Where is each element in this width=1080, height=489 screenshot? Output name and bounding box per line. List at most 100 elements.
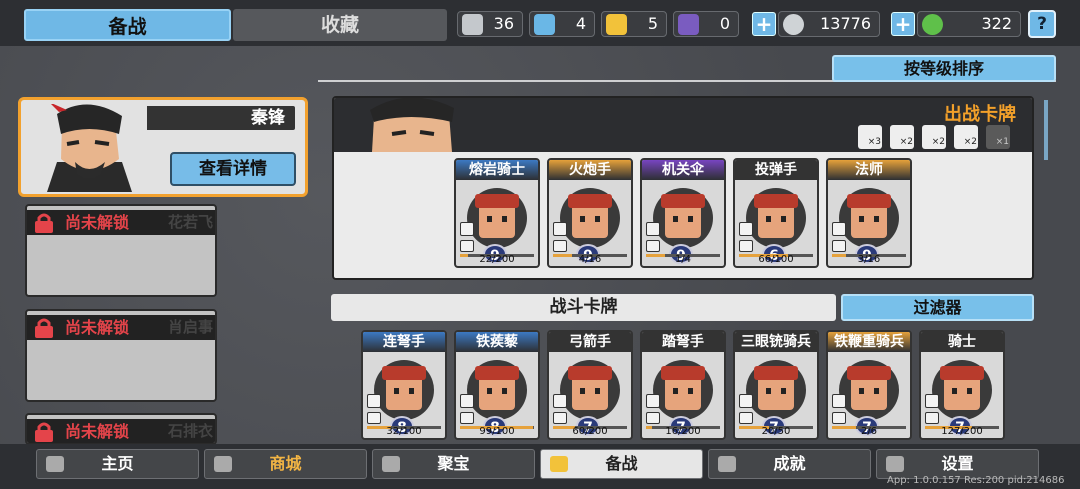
blue-shield-counter: 4 (529, 11, 595, 37)
nav-label: 聚宝 (437, 454, 470, 473)
card-count: 60/200 (572, 426, 608, 437)
card-count: 22/200 (479, 254, 515, 265)
treasure-icon (382, 456, 400, 472)
lock-icon (35, 422, 53, 442)
silver-shield-value: 36 (493, 14, 514, 33)
deck-header: 出战卡牌 ×3 ×2 ×2 ×2 ×1 (334, 98, 1032, 152)
card-name: 投弹手 (735, 160, 817, 180)
locked-bar: 尚未解锁 石排衣 (27, 419, 215, 443)
target-type-icon (646, 240, 660, 252)
card-name: 三眼铳骑兵 (735, 332, 817, 352)
attack-type-icon (553, 222, 567, 236)
nav-home[interactable]: 主页 (36, 449, 199, 479)
card-count: 16/200 (665, 426, 701, 437)
locked-status: 尚未解锁 (65, 213, 130, 232)
tab-prepare[interactable]: 备战 (24, 9, 231, 41)
locked-hero-card[interactable]: 尚未解锁 花若飞 (25, 204, 217, 297)
tab-collection[interactable]: 收藏 (233, 9, 447, 41)
target-type-icon (739, 412, 753, 424)
unit-card[interactable]: 法师93/16 (826, 158, 912, 268)
attack-type-icon (832, 222, 846, 236)
nav-label: 备战 (605, 454, 638, 473)
silver-coin-value: 13776 (820, 14, 871, 33)
nav-achievement[interactable]: 成就 (708, 449, 871, 479)
unit-card[interactable]: 熔岩骑士922/200 (454, 158, 540, 268)
view-details-button[interactable]: 查看详情 (170, 152, 296, 186)
battle-cards-header: 战斗卡牌 (331, 294, 836, 321)
unit-card[interactable]: 机关伞91/4 (640, 158, 726, 268)
card-name: 铁鞭重骑兵 (828, 332, 910, 352)
lock-icon (35, 213, 53, 233)
target-type-icon (460, 412, 474, 424)
target-type-icon (553, 412, 567, 424)
unit-card[interactable]: 骑士7127/200 (919, 330, 1005, 440)
achievement-icon (718, 456, 736, 472)
card-count: 99/100 (479, 426, 515, 437)
unit-card[interactable]: 投弹手666/100 (733, 158, 819, 268)
add-silver-coin-button[interactable]: + (752, 12, 776, 36)
locked-hero-name: 肖启事 (167, 318, 213, 336)
unit-card[interactable]: 踏弩手716/200 (640, 330, 726, 440)
gold-shield-counter: 5 (601, 11, 667, 37)
green-coin-icon (922, 14, 943, 35)
deck-hero-portrait (370, 98, 454, 152)
locked-bar: 尚未解锁 花若飞 (27, 210, 215, 235)
sort-by-level-button[interactable]: 按等级排序 (832, 55, 1056, 82)
locked-status: 尚未解锁 (65, 318, 130, 337)
deck-slot-limit: ×3 (858, 125, 882, 149)
attack-type-icon (739, 394, 753, 408)
deck-slot-limit: ×2 (954, 125, 978, 149)
gear-icon (886, 456, 904, 472)
silver-shield-counter: 36 (457, 11, 523, 37)
unit-card[interactable]: 铁蒺藜899/100 (454, 330, 540, 440)
lock-icon (35, 318, 53, 338)
deck-slot-limit: ×2 (890, 125, 914, 149)
target-type-icon (367, 412, 381, 424)
card-name: 火炮手 (549, 160, 631, 180)
target-type-icon (925, 412, 939, 424)
nav-shop[interactable]: 商城 (204, 449, 367, 479)
filter-button[interactable]: 过滤器 (841, 294, 1034, 321)
card-name: 弓箭手 (549, 332, 631, 352)
silver-coin-counter: 13776 (778, 11, 880, 37)
gold-shield-icon (606, 14, 627, 35)
card-name: 连弩手 (363, 332, 445, 352)
leader-card[interactable]: 秦锋 查看详情 (18, 97, 308, 197)
unit-card[interactable]: 火炮手94/16 (547, 158, 633, 268)
add-green-coin-button[interactable]: + (891, 12, 915, 36)
unit-card[interactable]: 铁鞭重骑兵72/6 (826, 330, 912, 440)
blue-shield-value: 4 (575, 14, 586, 33)
deck-slot-limit: ×2 (922, 125, 946, 149)
unit-card[interactable]: 弓箭手760/200 (547, 330, 633, 440)
target-type-icon (553, 240, 567, 252)
purple-mask-value: 0 (719, 14, 730, 33)
attack-type-icon (646, 394, 660, 408)
locked-hero-card[interactable]: 尚未解锁 肖启事 (25, 309, 217, 402)
nav-cards[interactable]: 备战 (540, 449, 703, 479)
locked-hero-card[interactable]: 尚未解锁 石排衣 (25, 413, 217, 445)
locked-hero-name: 石排衣 (167, 422, 213, 440)
target-type-icon (460, 240, 474, 252)
purple-mask-icon (678, 14, 699, 35)
card-count: 66/100 (758, 254, 794, 265)
card-name: 骑士 (921, 332, 1003, 352)
nav-label: 商城 (269, 454, 302, 473)
help-button[interactable]: ? (1028, 10, 1056, 38)
green-coin-value: 322 (981, 14, 1012, 33)
locked-status: 尚未解锁 (65, 422, 130, 441)
version-label: App: 1.0.0.157 Res:200 pid:214686 (887, 475, 1065, 486)
unit-card[interactable]: 连弩手832/100 (361, 330, 447, 440)
unit-card[interactable]: 三眼铳骑兵720/50 (733, 330, 819, 440)
nav-label: 成就 (773, 454, 806, 473)
deck-slot-limit: ×1 (986, 125, 1010, 149)
target-type-icon (832, 412, 846, 424)
home-icon (46, 456, 64, 472)
attack-type-icon (367, 394, 381, 408)
gold-shield-value: 5 (647, 14, 658, 33)
silver-coin-icon (783, 14, 804, 35)
scrollbar[interactable] (1044, 100, 1048, 160)
card-name: 踏弩手 (642, 332, 724, 352)
nav-treasure[interactable]: 聚宝 (372, 449, 535, 479)
attack-type-icon (460, 222, 474, 236)
card-count: 32/100 (386, 426, 422, 437)
